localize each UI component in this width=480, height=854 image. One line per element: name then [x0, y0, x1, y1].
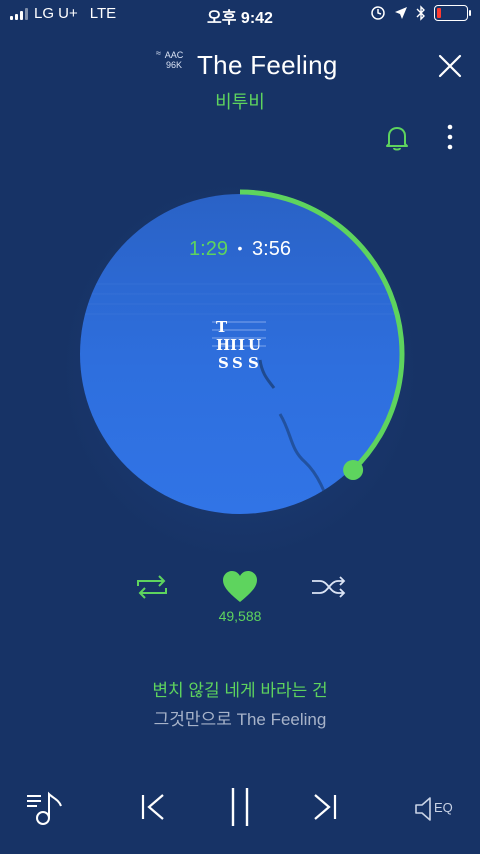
artist-name[interactable]: 비투비	[0, 88, 480, 114]
eq-speaker-icon	[415, 797, 431, 821]
pause-icon	[231, 788, 249, 826]
progress-knob[interactable]	[343, 459, 364, 480]
quality-codec: AAC	[164, 50, 184, 60]
wave-icon: ≈	[156, 48, 161, 58]
location-icon	[395, 7, 407, 19]
playlist-icon	[27, 791, 62, 825]
quality-bitrate: 96K	[165, 60, 182, 70]
notification-button[interactable]	[384, 124, 410, 152]
bell-icon	[386, 127, 408, 151]
lyric-current-line[interactable]: 변치 않길 네게 바라는 건	[0, 676, 480, 701]
progress-arc	[239, 189, 405, 472]
quality-badge: ≈ AAC 96K	[156, 48, 190, 70]
next-icon	[314, 794, 337, 820]
playlist-button[interactable]	[25, 788, 65, 828]
repeat-icon	[137, 575, 167, 599]
previous-button[interactable]	[138, 792, 168, 822]
like-count: 49,588	[218, 608, 262, 624]
close-icon	[438, 54, 462, 78]
previous-icon	[141, 794, 164, 820]
song-title: The Feeling	[197, 50, 338, 80]
bluetooth-icon	[416, 5, 425, 21]
status-bar: LG U+ LTE 오후 9:42	[0, 0, 480, 28]
next-button[interactable]	[310, 792, 340, 822]
pause-button[interactable]	[226, 786, 254, 828]
playback-controls: EQ	[0, 780, 480, 840]
player-disc-area: 1:29 • 3:56 T H I I U S S S	[0, 170, 480, 560]
action-row: 49,588	[0, 568, 480, 628]
more-vertical-icon	[447, 124, 453, 150]
repeat-button[interactable]	[134, 574, 170, 600]
heart-icon	[223, 571, 257, 602]
status-right	[370, 5, 471, 21]
battery-icon	[434, 5, 471, 21]
progress-ring[interactable]	[0, 170, 480, 550]
lyric-next-line[interactable]: 그것만으로 The Feeling	[0, 705, 480, 730]
like-button[interactable]	[221, 570, 259, 604]
close-button[interactable]	[434, 50, 466, 82]
more-options-button[interactable]	[440, 122, 460, 152]
eq-label: EQ	[434, 800, 453, 815]
eq-button[interactable]: EQ	[414, 794, 460, 824]
shuffle-button[interactable]	[310, 574, 348, 600]
shuffle-icon	[312, 576, 346, 598]
alarm-lock-icon	[371, 6, 385, 20]
player-header: ≈ AAC 96K The Feeling	[0, 44, 480, 84]
